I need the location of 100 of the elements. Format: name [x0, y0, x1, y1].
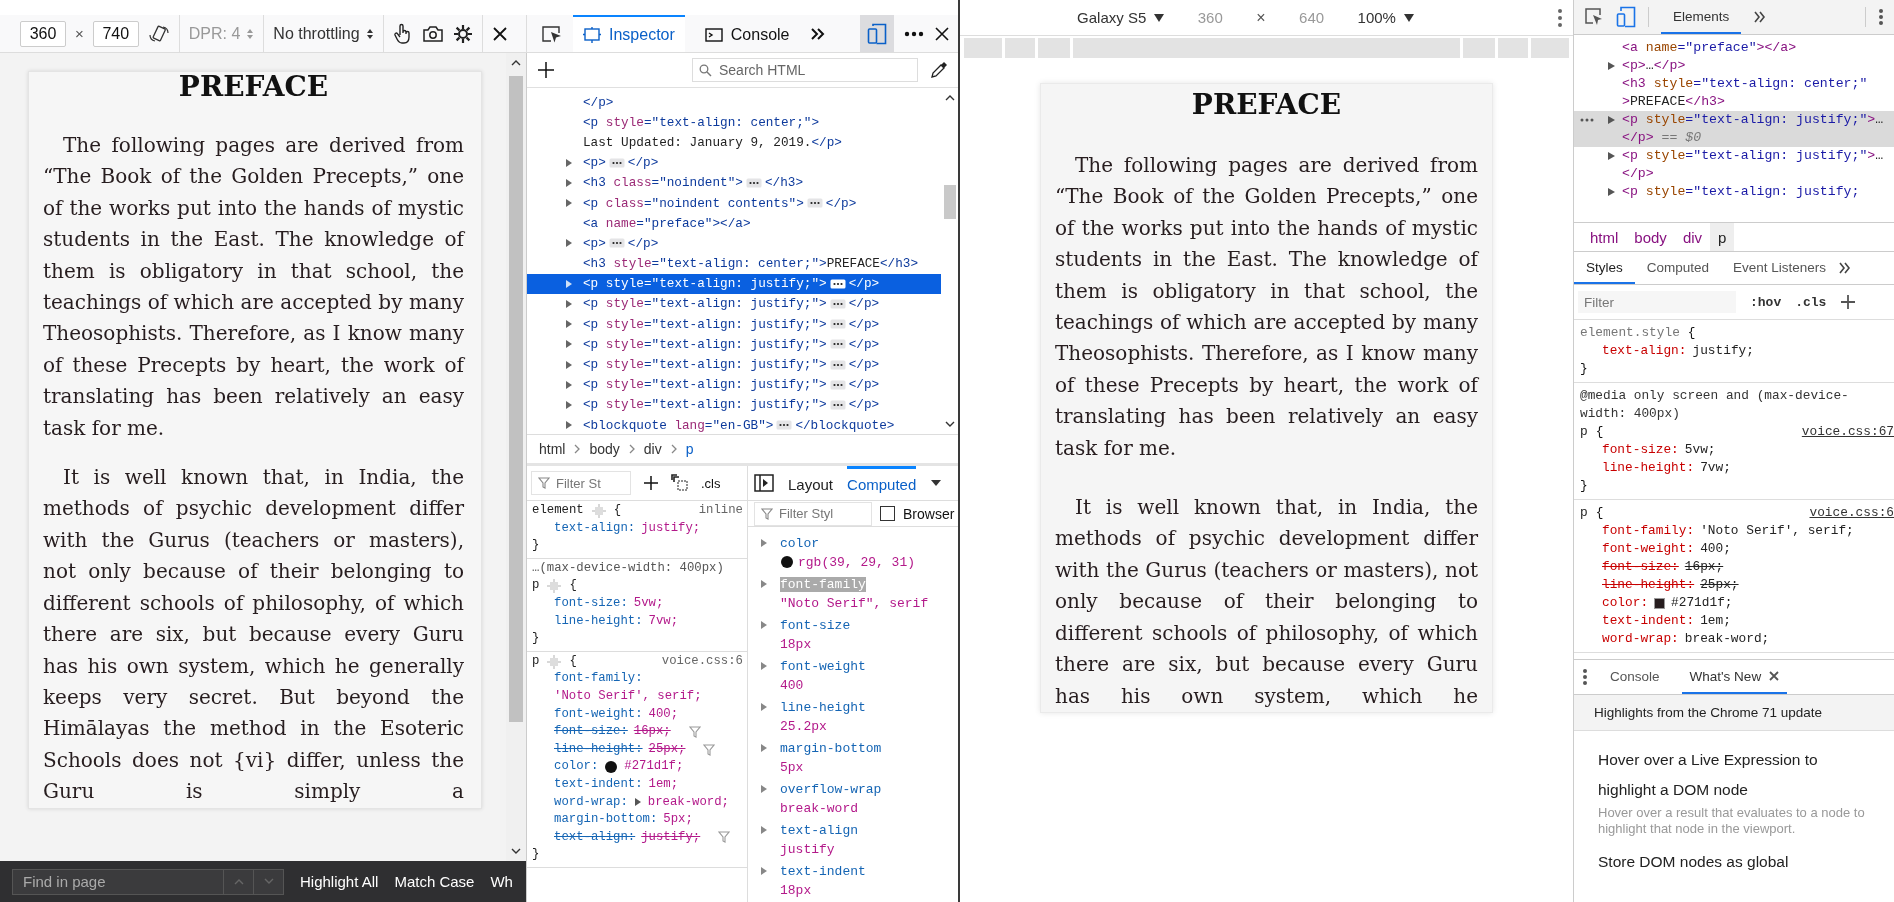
source-link[interactable]: inline: [698, 502, 743, 520]
expand-triangle-icon[interactable]: [565, 399, 573, 410]
collapsed-content-icon[interactable]: [829, 319, 846, 330]
markup-row[interactable]: <blockquote lang="en-GB"> </blockquote>: [527, 415, 941, 434]
close-icon[interactable]: [934, 25, 950, 42]
css-property[interactable]: font-family:: [1602, 522, 1695, 540]
css-value[interactable]: 7vw;: [648, 612, 679, 631]
css-property[interactable]: word-wrap:: [1602, 630, 1679, 648]
dom-tree-row[interactable]: <a name="preface"></a>: [1574, 39, 1894, 57]
find-option-button[interactable]: Highlight All: [300, 873, 379, 890]
css-property[interactable]: font-size:: [1602, 441, 1679, 459]
markup-row[interactable]: <p style="text-align: justify;"> </p>: [527, 394, 941, 415]
css-property[interactable]: font-weight:: [554, 705, 643, 724]
filter-field[interactable]: Filter: [1578, 291, 1736, 313]
dom-tree-row[interactable]: <p style="text-align: justify;">… </p> == $0: [1574, 111, 1894, 147]
collapsed-content-icon[interactable]: [829, 278, 846, 289]
expand-triangle-icon[interactable]: [565, 298, 573, 309]
element-picker-icon[interactable]: [1584, 7, 1604, 27]
classes-button[interactable]: .cls: [1795, 294, 1827, 310]
kebab-menu-icon[interactable]: [1557, 7, 1563, 28]
sidebar-toggle-icon[interactable]: [754, 474, 774, 492]
breadcrumb[interactable]: html: [539, 441, 566, 457]
expand-triangle-icon[interactable]: [565, 198, 573, 209]
css-property[interactable]: color:: [1602, 594, 1649, 612]
css-value[interactable]: 25px;: [648, 740, 686, 759]
css-value[interactable]: 1em;: [648, 775, 679, 794]
markup-row[interactable]: <p style="text-align: justify;"> </p>: [527, 334, 941, 355]
markup-row[interactable]: <a name="preface"></a>: [527, 213, 941, 234]
funnel-icon[interactable]: [703, 743, 716, 756]
add-icon[interactable]: [537, 61, 555, 79]
css-property[interactable]: font-weight:: [1602, 540, 1695, 558]
breadcrumb[interactable]: body: [1626, 223, 1675, 251]
breadcrumb[interactable]: html: [1582, 223, 1627, 251]
expand-triangle-icon[interactable]: [565, 278, 573, 289]
css-value[interactable]: #271d1f;: [1671, 594, 1733, 612]
expand-triangle-icon[interactable]: [565, 420, 573, 431]
throttling-select[interactable]: No throttling: [273, 24, 374, 43]
expand-triangle-icon[interactable]: [1608, 187, 1616, 197]
double-chevron-icon[interactable]: [809, 26, 826, 41]
height-input[interactable]: 740: [92, 20, 139, 47]
styles-tab[interactable]: Event Listeners: [1721, 252, 1839, 284]
breadcrumb[interactable]: body: [589, 441, 620, 457]
color-swatch-icon[interactable]: [604, 760, 619, 775]
collapsed-content-icon[interactable]: [829, 379, 846, 390]
expand-triangle-icon[interactable]: [565, 379, 573, 390]
css-value[interactable]: 16px;: [1684, 558, 1724, 576]
collapsed-content-icon[interactable]: [829, 359, 846, 370]
markup-row[interactable]: <h3 class="noindent"> </h3>: [527, 172, 941, 193]
expand-triangle-icon[interactable]: [633, 797, 642, 808]
markup-row[interactable]: <p style="text-align: justify;"> </p>: [527, 273, 941, 294]
markup-row[interactable]: <p style="text-align: justify;"> </p>: [527, 293, 941, 315]
element-picker-icon[interactable]: [541, 23, 563, 44]
dom-tree-row[interactable]: <p>…</p>: [1574, 57, 1894, 75]
markup-row[interactable]: <p style="text-align: justify;"> </p>: [527, 374, 941, 395]
filter-styles-field[interactable]: Filter St: [531, 471, 631, 495]
css-property[interactable]: text-align:: [1602, 342, 1687, 360]
markup-row[interactable]: <p> </p>: [527, 233, 941, 254]
expand-triangle-icon[interactable]: [760, 784, 768, 794]
add-icon[interactable]: [1840, 294, 1857, 310]
expand-triangle-icon[interactable]: [565, 177, 573, 188]
markup-row[interactable]: <p style="text-align: justify;"> </p>: [527, 314, 941, 335]
css-property[interactable]: font-family:: [554, 670, 643, 688]
expand-triangle-icon[interactable]: [1608, 61, 1616, 71]
width-input[interactable]: 360: [20, 20, 66, 47]
collapsed-content-icon[interactable]: [829, 339, 846, 350]
expand-triangle-icon[interactable]: [760, 661, 768, 671]
scrollbar-thumb[interactable]: [509, 76, 523, 722]
collapsed-content-icon[interactable]: [806, 198, 823, 209]
markup-row[interactable]: <h3 style="text-align: center;">PREFACE</h3>: [527, 253, 941, 274]
css-value[interactable]: 25px;: [1700, 576, 1739, 594]
css-property[interactable]: word-wrap:: [554, 793, 628, 812]
close-icon[interactable]: [491, 25, 508, 42]
css-value[interactable]: 5px;: [663, 811, 693, 829]
expand-triangle-icon[interactable]: [760, 538, 768, 548]
css-value[interactable]: justify;: [1692, 342, 1754, 360]
collapsed-content-icon[interactable]: [829, 399, 846, 410]
rotate-icon[interactable]: [147, 24, 170, 43]
source-link[interactable]: voice.css:6: [1809, 504, 1894, 522]
markup-row[interactable]: <p style="text-align: center;">: [527, 112, 941, 133]
zoom-dropdown[interactable]: 100%: [1357, 9, 1414, 26]
markup-row[interactable]: Last Updated: January 9, 2019.</p>: [527, 132, 941, 153]
css-value[interactable]: 'Noto Serif', serif;: [1700, 522, 1854, 540]
feature-title[interactable]: Hover over a Live Expression to highlight a DOM node: [1598, 745, 1872, 805]
expand-triangle-icon[interactable]: [565, 157, 573, 168]
collapsed-content-icon[interactable]: [776, 420, 793, 431]
source-link[interactable]: voice.css:67: [1801, 423, 1894, 441]
css-value[interactable]: 5vw;: [1684, 441, 1716, 459]
breadcrumb[interactable]: div: [643, 441, 662, 457]
settings-icon[interactable]: [452, 23, 473, 44]
css-value[interactable]: #271d1f;: [624, 758, 684, 776]
css-value[interactable]: 'Noto Serif', serif;: [554, 687, 702, 706]
markup-row[interactable]: <p class="noindent contents"> </p>: [527, 192, 941, 214]
camera-icon[interactable]: [421, 24, 444, 43]
classes-button[interactable]: .cls: [701, 475, 721, 491]
find-input[interactable]: Find in page: [12, 868, 224, 895]
css-value[interactable]: 400;: [1700, 540, 1731, 558]
scrollbar-thumb[interactable]: [943, 185, 956, 219]
source-link[interactable]: voice.css:6: [661, 652, 743, 671]
expand-triangle-icon[interactable]: [565, 339, 573, 350]
markup-row[interactable]: <p style="text-align: justify;"> </p>: [527, 354, 941, 375]
